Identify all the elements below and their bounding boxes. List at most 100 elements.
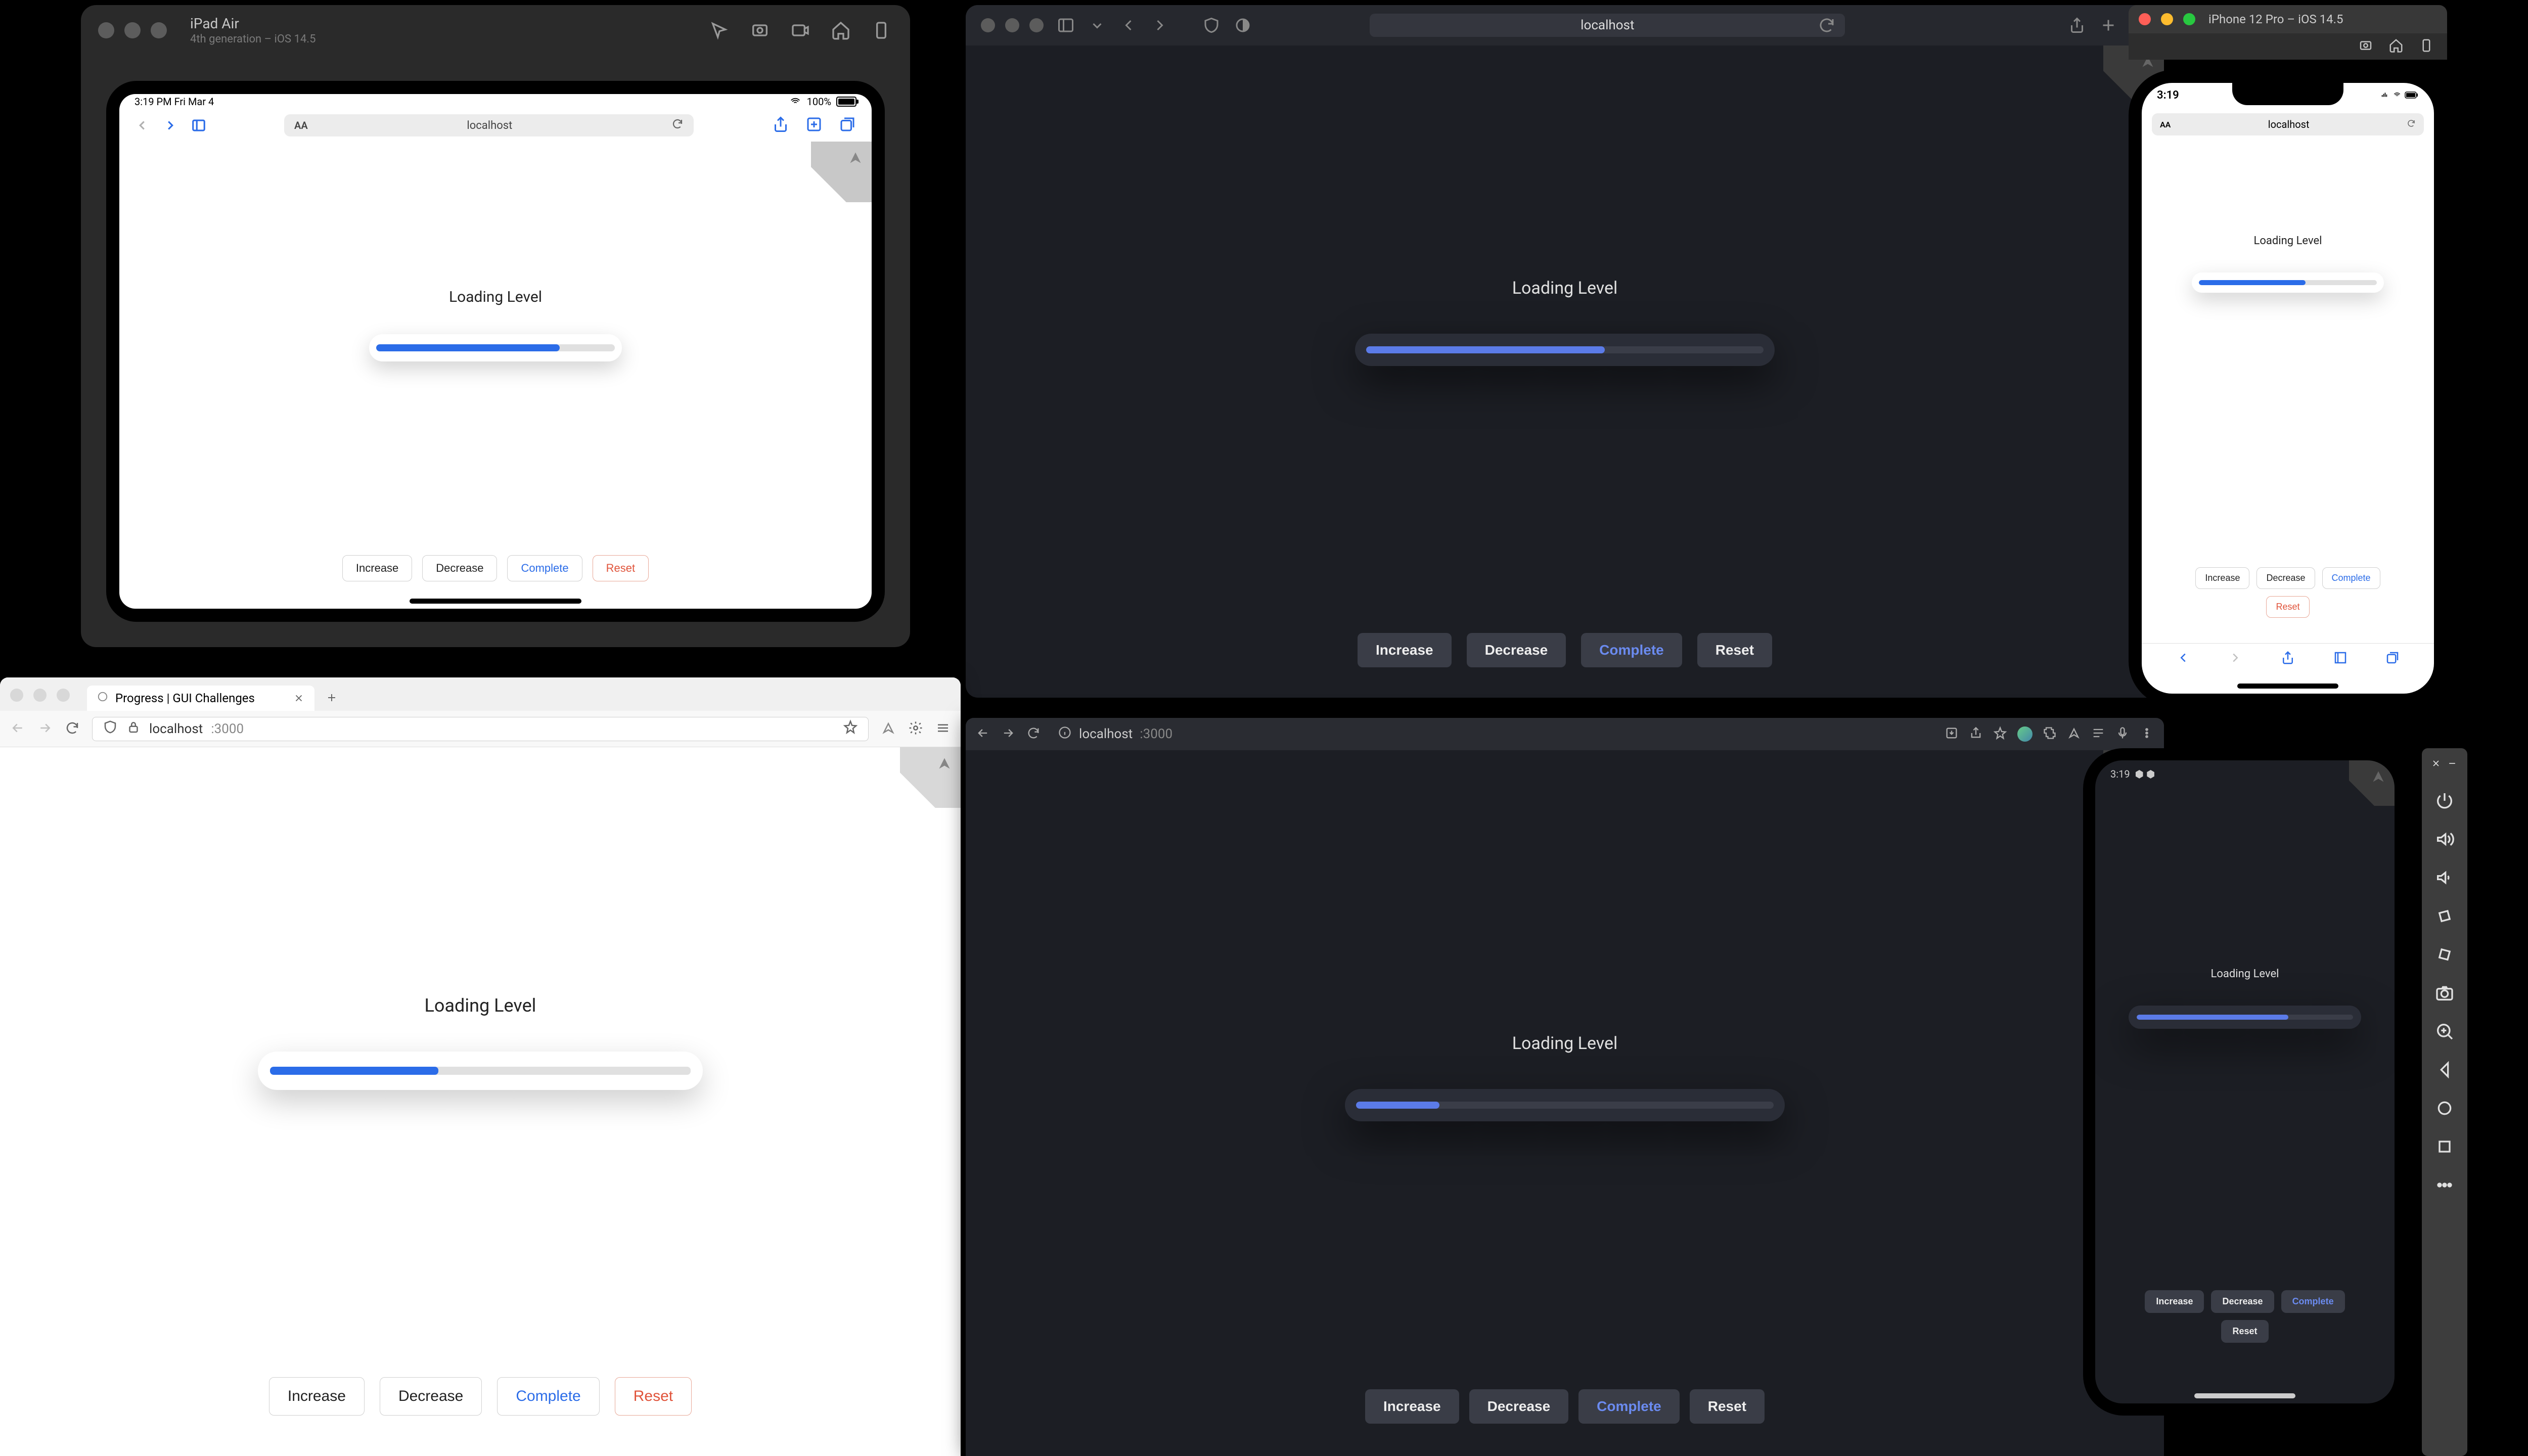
visbug-corner-icon[interactable] — [900, 747, 961, 808]
shield-icon[interactable] — [103, 719, 118, 738]
forward-icon[interactable] — [163, 118, 178, 133]
home-icon[interactable] — [829, 19, 852, 42]
minimize-dot-icon[interactable] — [33, 689, 47, 702]
visbug-extension-icon[interactable] — [881, 720, 896, 738]
extensions-icon[interactable] — [2043, 726, 2057, 742]
reset-button[interactable]: Reset — [2221, 1320, 2268, 1343]
screenshot-icon[interactable] — [748, 19, 772, 42]
back-icon[interactable] — [2176, 650, 2191, 667]
zoom-dot-icon[interactable] — [151, 22, 167, 38]
url-bar[interactable]: AA localhost — [2152, 113, 2424, 135]
bookmark-star-icon[interactable] — [1993, 726, 2007, 742]
increase-button[interactable]: Increase — [1365, 1389, 1459, 1424]
decrease-button[interactable]: Decrease — [1467, 633, 1566, 667]
tabs-icon[interactable] — [2385, 650, 2400, 667]
share-icon[interactable] — [772, 115, 790, 135]
menu-dots-icon[interactable] — [2140, 726, 2154, 742]
url-bar[interactable]: localhost:3000 — [1052, 723, 1933, 745]
nav-overview-icon[interactable] — [2434, 1136, 2455, 1157]
increase-button[interactable]: Increase — [2145, 1290, 2204, 1313]
window-traffic-lights[interactable] — [2139, 13, 2195, 25]
window-traffic-lights[interactable] — [10, 689, 70, 702]
zoom-icon[interactable] — [2434, 1021, 2455, 1041]
reload-icon[interactable] — [1818, 16, 1836, 34]
shield-icon[interactable] — [1202, 16, 1221, 34]
zoom-dot-icon[interactable] — [57, 689, 70, 702]
extension-icon[interactable] — [908, 720, 923, 738]
zoom-dot-icon[interactable] — [1029, 18, 1044, 32]
bookmarks-icon[interactable] — [2333, 650, 2348, 667]
reload-icon[interactable] — [65, 720, 80, 738]
increase-button[interactable]: Increase — [342, 555, 412, 581]
share-icon[interactable] — [2068, 16, 2086, 34]
back-icon[interactable] — [1119, 16, 1138, 34]
decrease-button[interactable]: Decrease — [1469, 1389, 1569, 1424]
extension-avatar-icon[interactable] — [2017, 726, 2033, 742]
minimize-dot-icon[interactable] — [1005, 18, 1019, 32]
nav-back-icon[interactable] — [2434, 1060, 2455, 1080]
forward-icon[interactable] — [1151, 16, 1169, 34]
reset-button[interactable]: Reset — [615, 1377, 692, 1416]
nav-home-icon[interactable] — [2434, 1098, 2455, 1118]
share-icon[interactable] — [1969, 726, 1983, 742]
back-icon[interactable] — [976, 726, 990, 742]
install-icon[interactable] — [1945, 726, 1959, 742]
mic-icon[interactable] — [2115, 726, 2130, 742]
close-icon[interactable] — [2431, 758, 2442, 769]
more-icon[interactable] — [2434, 1175, 2455, 1195]
sidebar-icon[interactable] — [1057, 16, 1075, 34]
reading-list-icon[interactable] — [2091, 726, 2105, 742]
minimize-dot-icon[interactable] — [2161, 13, 2173, 25]
url-bar[interactable]: AA localhost — [284, 114, 694, 136]
home-indicator[interactable] — [2237, 684, 2338, 689]
screenshot-icon[interactable] — [2358, 38, 2373, 55]
complete-button[interactable]: Complete — [507, 555, 582, 581]
power-icon[interactable] — [2434, 791, 2455, 811]
new-tab-button[interactable] — [322, 688, 342, 708]
volume-down-icon[interactable] — [2434, 868, 2455, 888]
increase-button[interactable]: Increase — [1358, 633, 1452, 667]
close-dot-icon[interactable] — [981, 18, 995, 32]
reload-icon[interactable] — [1026, 726, 1041, 742]
bookmark-star-icon[interactable] — [843, 719, 858, 738]
decrease-button[interactable]: Decrease — [2211, 1290, 2274, 1313]
chevron-down-icon[interactable] — [1088, 16, 1106, 34]
increase-button[interactable]: Increase — [269, 1377, 365, 1416]
lock-icon[interactable] — [126, 719, 141, 738]
zoom-dot-icon[interactable] — [2183, 13, 2195, 25]
window-traffic-lights[interactable] — [981, 18, 1044, 32]
reset-button[interactable]: Reset — [2266, 596, 2309, 618]
rotate-left-icon[interactable] — [2434, 906, 2455, 926]
increase-button[interactable]: Increase — [2195, 567, 2249, 589]
reset-button[interactable]: Reset — [1697, 633, 1772, 667]
reader-aa-icon[interactable]: AA — [2160, 120, 2171, 129]
close-dot-icon[interactable] — [10, 689, 23, 702]
camera-icon[interactable] — [2434, 983, 2455, 1003]
pointer-icon[interactable] — [708, 19, 731, 42]
back-icon[interactable] — [134, 118, 150, 133]
decrease-button[interactable]: Decrease — [380, 1377, 482, 1416]
complete-button[interactable]: Complete — [2281, 1290, 2345, 1313]
reader-aa-icon[interactable]: AA — [294, 119, 308, 131]
new-tab-icon[interactable] — [805, 115, 823, 135]
menu-icon[interactable] — [935, 720, 951, 738]
rotate-icon[interactable] — [870, 19, 893, 42]
visbug-corner-icon[interactable] — [811, 142, 872, 202]
window-traffic-lights[interactable] — [98, 22, 167, 38]
tabs-icon[interactable] — [838, 115, 856, 135]
visbug-corner-icon[interactable] — [2349, 760, 2395, 806]
sidebar-icon[interactable] — [191, 118, 206, 133]
complete-button[interactable]: Complete — [1581, 633, 1682, 667]
new-tab-icon[interactable] — [2099, 16, 2117, 34]
url-bar[interactable]: localhost — [1370, 14, 1845, 37]
close-dot-icon[interactable] — [98, 22, 114, 38]
share-icon[interactable] — [2280, 650, 2295, 667]
reload-icon[interactable] — [671, 118, 684, 133]
reload-icon[interactable] — [2407, 118, 2416, 130]
url-bar[interactable]: localhost:3000 — [92, 717, 869, 741]
complete-button[interactable]: Complete — [1578, 1389, 1680, 1424]
complete-button[interactable]: Complete — [497, 1377, 599, 1416]
decrease-button[interactable]: Decrease — [422, 555, 497, 581]
minimize-icon[interactable] — [2447, 758, 2458, 769]
forward-icon[interactable] — [1001, 726, 1015, 742]
